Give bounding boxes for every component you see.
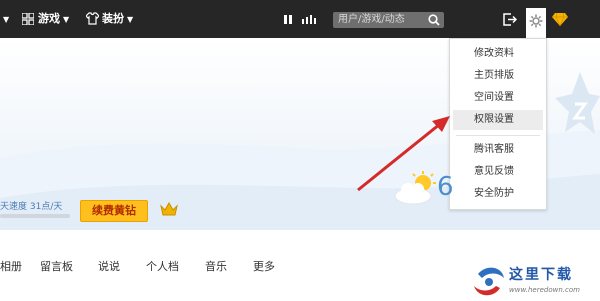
games-menu-label: 游戏 — [38, 12, 60, 25]
yellow-diamond-icon[interactable] — [552, 13, 568, 26]
chevron-down-icon: ▼ — [127, 15, 134, 24]
menu-item-permission-settings[interactable]: 权限设置 — [453, 110, 543, 130]
equalizer-icon[interactable] — [302, 15, 316, 24]
menu-item-space-settings[interactable]: 空间设置 — [453, 88, 543, 108]
menu-item-homepage-layout[interactable]: 主页排版 — [453, 66, 543, 86]
watermark-name: 这里下载 — [509, 267, 573, 283]
logout-icon[interactable] — [503, 13, 517, 26]
tshirt-icon — [86, 12, 99, 25]
nav-shuoshuo[interactable]: 说说 — [98, 258, 120, 274]
dressup-menu-label: 装扮 — [102, 12, 124, 25]
search-placeholder: 用户/游戏/动态 — [338, 14, 405, 25]
chevron-down-icon: ▼ — [63, 15, 70, 24]
grid-icon — [22, 13, 34, 25]
games-menu[interactable]: 游戏 ▼ — [38, 0, 69, 38]
dropdown-caret-icon[interactable]: ▼ — [0, 0, 9, 38]
menu-item-feedback[interactable]: 意见反馈 — [453, 162, 543, 182]
growth-progress-bar — [0, 214, 70, 218]
settings-dropdown-menu: 修改资料 主页排版 空间设置 权限设置 腾讯客服 意见反馈 安全防护 — [449, 38, 547, 210]
search-icon[interactable] — [428, 14, 440, 26]
search-input[interactable]: 用户/游戏/动态 — [333, 12, 444, 28]
nav-profile[interactable]: 个人档 — [146, 258, 179, 274]
menu-divider — [456, 135, 540, 136]
red-arrow-annotation — [357, 116, 450, 192]
menu-item-security[interactable]: 安全防护 — [453, 184, 543, 204]
watermark-logo: 这里下载 www.heredown.com — [466, 262, 600, 301]
dressup-menu[interactable]: 装扮 ▼ — [102, 0, 133, 38]
star-decoration — [555, 72, 600, 134]
nav-message-board[interactable]: 留言板 — [40, 258, 73, 274]
nav-more[interactable]: 更多 — [253, 258, 275, 274]
nav-music[interactable]: 音乐 — [205, 258, 227, 274]
gear-icon — [529, 14, 543, 28]
growth-speed-text: 天速度 31点/天 — [0, 202, 63, 212]
pause-icon[interactable] — [284, 15, 292, 24]
nav-album[interactable]: 相册 — [0, 258, 22, 274]
menu-item-tencent-support[interactable]: 腾讯客服 — [453, 140, 543, 160]
top-navigation-bar: ▼ 游戏 ▼ 装扮 ▼ 用户/游戏/动态 — [0, 0, 600, 38]
watermark-emblem-icon — [474, 267, 504, 296]
crown-icon[interactable] — [160, 202, 178, 216]
menu-item-edit-profile[interactable]: 修改资料 — [453, 44, 543, 64]
settings-button[interactable] — [526, 8, 546, 38]
watermark-url: www.heredown.com — [509, 286, 580, 294]
renew-yellow-diamond-button[interactable]: 续费黄钻 — [80, 200, 148, 222]
